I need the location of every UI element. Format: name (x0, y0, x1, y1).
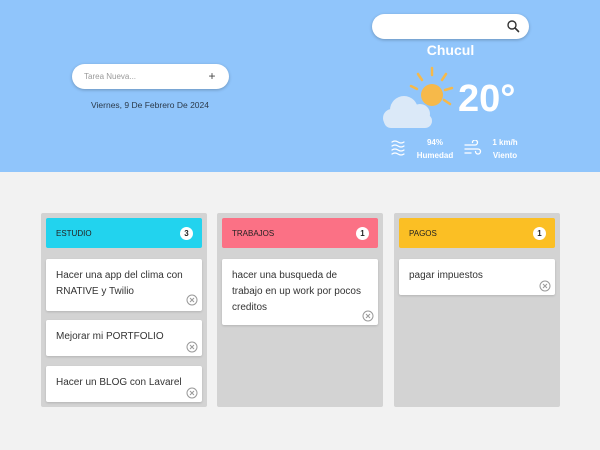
humidity-icon (391, 140, 405, 156)
close-icon[interactable] (539, 279, 551, 292)
column-header-pagos: PAGOS 1 (399, 218, 555, 248)
column-title: PAGOS (409, 229, 437, 238)
temperature: 20° (458, 78, 516, 120)
close-icon[interactable] (186, 386, 198, 399)
new-task-field: + (72, 64, 229, 89)
close-icon[interactable] (362, 309, 374, 322)
close-icon[interactable] (186, 340, 198, 353)
task-text: hacer una busqueda de trabajo en up work… (232, 270, 361, 313)
column-count-badge: 3 (180, 227, 193, 240)
task-card[interactable]: Hacer un BLOG con Lavarel (46, 366, 202, 402)
task-card[interactable]: pagar impuestos (399, 259, 555, 295)
new-task-input[interactable] (84, 68, 204, 85)
task-card[interactable]: hacer una busqueda de trabajo en up work… (222, 259, 378, 325)
humidity-label: Humedad (416, 151, 454, 160)
column-count-badge: 1 (533, 227, 546, 240)
task-text: Hacer un BLOG con Lavarel (56, 377, 182, 388)
add-task-button[interactable]: + (205, 67, 219, 85)
task-text: Mejorar mi PORTFOLIO (56, 331, 164, 342)
column-title: TRABAJOS (232, 229, 275, 238)
wind-label: Viento (492, 151, 518, 160)
city-name: Chucul (426, 42, 475, 58)
column-header-trabajos: TRABAJOS 1 (222, 218, 378, 248)
task-card[interactable]: Mejorar mi PORTFOLIO (46, 320, 202, 356)
column-pagos: PAGOS 1 pagar impuestos (394, 213, 560, 407)
close-icon[interactable] (186, 293, 198, 306)
column-estudio: ESTUDIO 3 Hacer una app del clima con RN… (41, 213, 207, 407)
current-date: Viernes, 9 De Febrero De 2024 (91, 100, 209, 110)
header: + Viernes, 9 De Febrero De 2024 Chucul (0, 0, 600, 172)
column-title: ESTUDIO (56, 229, 92, 238)
city-search-input[interactable] (384, 18, 499, 35)
column-header-estudio: ESTUDIO 3 (46, 218, 202, 248)
search-icon[interactable] (506, 19, 520, 33)
wind-icon (464, 139, 482, 156)
wind-value: 1 km/h (492, 138, 518, 147)
task-text: pagar impuestos (409, 270, 483, 281)
city-search-field (372, 14, 529, 39)
task-text: Hacer una app del clima con RNATIVE y Tw… (56, 270, 183, 297)
humidity-value: 94% (426, 138, 443, 147)
column-trabajos: TRABAJOS 1 hacer una busqueda de trabajo… (217, 213, 383, 407)
column-count-badge: 1 (356, 227, 369, 240)
partly-cloudy-icon (380, 66, 460, 130)
task-card[interactable]: Hacer una app del clima con RNATIVE y Tw… (46, 259, 202, 311)
